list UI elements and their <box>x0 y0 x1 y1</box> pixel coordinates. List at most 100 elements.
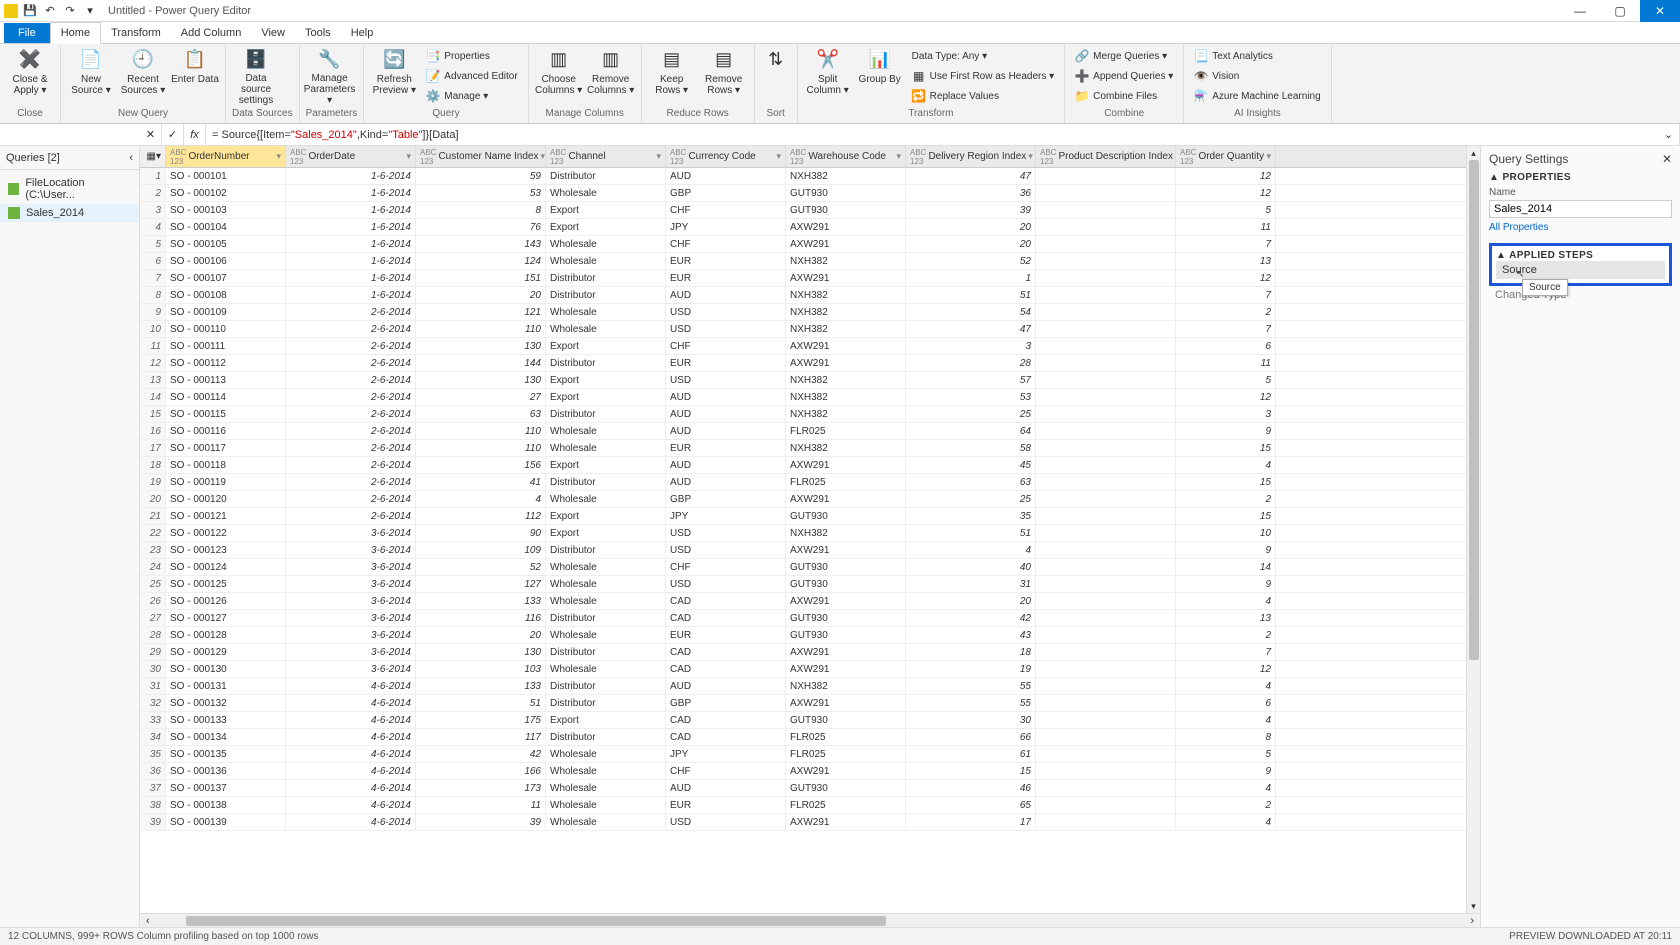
cell[interactable]: 4 <box>1176 457 1276 473</box>
cell[interactable]: 19 <box>906 661 1036 677</box>
cell[interactable]: SO - 000125 <box>166 576 286 592</box>
properties-button[interactable]: 📑Properties <box>422 47 521 65</box>
cell[interactable]: SO - 000124 <box>166 559 286 575</box>
cell[interactable]: 173 <box>416 780 546 796</box>
cell[interactable]: SO - 000109 <box>166 304 286 320</box>
cell[interactable]: 13 <box>1176 610 1276 626</box>
cell[interactable]: 130 <box>416 338 546 354</box>
cell[interactable]: SO - 000113 <box>166 372 286 388</box>
cell[interactable]: 143 <box>416 236 546 252</box>
cell[interactable]: 45 <box>906 457 1036 473</box>
cell[interactable]: USD <box>666 304 786 320</box>
cell[interactable]: 30 <box>906 712 1036 728</box>
cell[interactable]: 20 <box>906 593 1036 609</box>
table-row[interactable]: 38SO - 0001384-6-201411WholesaleEURFLR02… <box>140 797 1480 814</box>
table-row[interactable]: 26SO - 0001263-6-2014133WholesaleCADAXW2… <box>140 593 1480 610</box>
cell[interactable] <box>1036 661 1176 677</box>
cell[interactable]: 2-6-2014 <box>286 423 416 439</box>
keep-rows-button[interactable]: ▤Keep Rows ▾ <box>648 46 696 106</box>
cell[interactable]: AXW291 <box>786 219 906 235</box>
cell[interactable]: Export <box>546 525 666 541</box>
group-by-button[interactable]: 📊Group By <box>856 46 904 106</box>
cell[interactable]: SO - 000132 <box>166 695 286 711</box>
table-row[interactable]: 17SO - 0001172-6-2014110WholesaleEURNXH3… <box>140 440 1480 457</box>
cell[interactable]: NXH382 <box>786 389 906 405</box>
table-row[interactable]: 20SO - 0001202-6-20144WholesaleGBPAXW291… <box>140 491 1480 508</box>
cell[interactable]: Wholesale <box>546 236 666 252</box>
column-header[interactable]: ABC123Channel▾ <box>546 146 666 167</box>
cell[interactable] <box>1036 695 1176 711</box>
cell[interactable] <box>1036 610 1176 626</box>
cell[interactable]: 110 <box>416 321 546 337</box>
cell[interactable]: Export <box>546 508 666 524</box>
tab-view[interactable]: View <box>251 23 295 43</box>
cell[interactable]: 1-6-2014 <box>286 219 416 235</box>
cell[interactable]: NXH382 <box>786 253 906 269</box>
cell[interactable]: SO - 000116 <box>166 423 286 439</box>
cell[interactable]: Wholesale <box>546 576 666 592</box>
cell[interactable]: 133 <box>416 593 546 609</box>
cell[interactable]: 3 <box>1176 406 1276 422</box>
cell[interactable] <box>1036 474 1176 490</box>
cell[interactable]: 39 <box>416 814 546 830</box>
cell[interactable]: 2-6-2014 <box>286 457 416 473</box>
cell[interactable]: EUR <box>666 440 786 456</box>
cell[interactable]: 20 <box>906 236 1036 252</box>
cell[interactable]: SO - 000108 <box>166 287 286 303</box>
minimize-button[interactable]: — <box>1560 0 1600 22</box>
cell[interactable]: USD <box>666 525 786 541</box>
table-row[interactable]: 2SO - 0001021-6-201453WholesaleGBPGUT930… <box>140 185 1480 202</box>
table-row[interactable]: 13SO - 0001132-6-2014130ExportUSDNXH3825… <box>140 372 1480 389</box>
cell[interactable]: Wholesale <box>546 185 666 201</box>
save-icon[interactable]: 💾 <box>22 3 38 19</box>
cell[interactable]: 110 <box>416 423 546 439</box>
cell[interactable]: 3-6-2014 <box>286 525 416 541</box>
cell[interactable]: 14 <box>1176 559 1276 575</box>
cell[interactable] <box>1036 797 1176 813</box>
cell[interactable]: GUT930 <box>786 610 906 626</box>
horizontal-scrollbar[interactable]: ‹ › <box>140 913 1480 927</box>
cell[interactable]: Wholesale <box>546 627 666 643</box>
cell[interactable]: Wholesale <box>546 593 666 609</box>
tab-help[interactable]: Help <box>341 23 384 43</box>
cell[interactable]: 9 <box>1176 423 1276 439</box>
cell[interactable]: CHF <box>666 236 786 252</box>
cell[interactable]: SO - 000119 <box>166 474 286 490</box>
cell[interactable]: NXH382 <box>786 406 906 422</box>
filter-dropdown-icon[interactable]: ▾ <box>276 151 281 162</box>
table-row[interactable]: 8SO - 0001081-6-201420DistributorAUDNXH3… <box>140 287 1480 304</box>
close-window-button[interactable]: ✕ <box>1640 0 1680 22</box>
step-source[interactable]: Source ↖ Source <box>1496 261 1665 279</box>
scroll-left-icon[interactable]: ‹ <box>146 915 150 927</box>
cell[interactable]: Export <box>546 712 666 728</box>
datatype-icon[interactable]: ABC123 <box>670 148 686 166</box>
cell[interactable]: SO - 000112 <box>166 355 286 371</box>
cell[interactable]: 2 <box>1176 627 1276 643</box>
cell[interactable] <box>1036 712 1176 728</box>
cell[interactable]: 4-6-2014 <box>286 814 416 830</box>
cell[interactable]: Distributor <box>546 644 666 660</box>
cell[interactable]: Distributor <box>546 678 666 694</box>
filter-dropdown-icon[interactable]: ▾ <box>1028 151 1033 162</box>
undo-icon[interactable]: ↶ <box>42 3 58 19</box>
cell[interactable] <box>1036 678 1176 694</box>
text-analytics-button[interactable]: 📃Text Analytics <box>1190 47 1324 65</box>
table-row[interactable]: 34SO - 0001344-6-2014117DistributorCADFL… <box>140 729 1480 746</box>
cell[interactable]: SO - 000138 <box>166 797 286 813</box>
cell[interactable] <box>1036 576 1176 592</box>
cell[interactable] <box>1036 304 1176 320</box>
cell[interactable]: 3-6-2014 <box>286 644 416 660</box>
column-header[interactable]: ABC123Order Quantity▾ <box>1176 146 1276 167</box>
cell[interactable]: 2-6-2014 <box>286 474 416 490</box>
vision-button[interactable]: 👁️Vision <box>1190 67 1324 85</box>
cell[interactable]: FLR025 <box>786 423 906 439</box>
cell[interactable] <box>1036 440 1176 456</box>
cell[interactable]: 2-6-2014 <box>286 491 416 507</box>
tab-tools[interactable]: Tools <box>295 23 341 43</box>
table-row[interactable]: 27SO - 0001273-6-2014116DistributorCADGU… <box>140 610 1480 627</box>
datatype-icon[interactable]: ABC123 <box>790 148 806 166</box>
cell[interactable]: 4-6-2014 <box>286 780 416 796</box>
cell[interactable]: AUD <box>666 780 786 796</box>
cell[interactable]: SO - 000139 <box>166 814 286 830</box>
cell[interactable]: SO - 000123 <box>166 542 286 558</box>
